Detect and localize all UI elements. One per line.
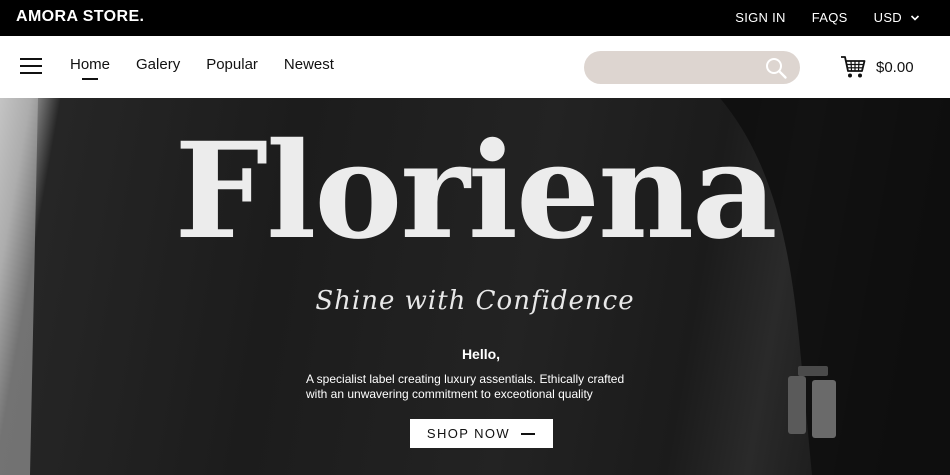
- faqs-link[interactable]: FAQS: [812, 10, 848, 25]
- search-icon[interactable]: [764, 56, 788, 80]
- nav-item-home[interactable]: Home: [70, 56, 110, 80]
- hero-description: A specialist label creating luxury assen…: [306, 372, 686, 402]
- shop-now-button[interactable]: SHOP NOW: [410, 419, 553, 448]
- currency-selector[interactable]: USD: [874, 10, 920, 25]
- cart-total: $0.00: [876, 58, 914, 76]
- hero-tagline: Shine with Confidence: [315, 286, 635, 316]
- hero-greeting: Hello,: [461, 346, 501, 362]
- main-nav: Home Galery Popular Newest $0.00: [0, 36, 950, 98]
- hero-title: Floriena: [174, 114, 777, 269]
- currency-label: USD: [873, 10, 902, 25]
- hamburger-icon[interactable]: [20, 57, 42, 75]
- top-bar: AMORA STORE. SIGN IN FAQS USD: [0, 0, 950, 36]
- chevron-down-icon: [910, 14, 920, 21]
- arrow-right-icon: [521, 432, 536, 435]
- shop-now-label: SHOP NOW: [426, 426, 511, 441]
- hero-banner: Floriena Shine with Confidence Hello, A …: [0, 98, 950, 475]
- cart-button[interactable]: $0.00: [840, 54, 914, 80]
- brand-logo[interactable]: AMORA STORE.: [16, 8, 144, 26]
- nav-menu: Home Galery Popular Newest: [70, 56, 360, 80]
- search-bar: [584, 51, 800, 84]
- cart-icon: [841, 56, 866, 78]
- nav-item-popular[interactable]: Popular: [206, 56, 258, 73]
- nav-item-galery[interactable]: Galery: [136, 56, 180, 73]
- hero-description-line-2: with an unwavering commitment to exceoti…: [306, 387, 593, 401]
- sign-in-link[interactable]: SIGN IN: [735, 10, 786, 25]
- nav-item-newest[interactable]: Newest: [284, 56, 334, 73]
- hero-description-line-1: A specialist label creating luxury assen…: [306, 372, 625, 386]
- top-nav: SIGN IN FAQS USD: [735, 10, 920, 25]
- search-input[interactable]: [598, 57, 758, 78]
